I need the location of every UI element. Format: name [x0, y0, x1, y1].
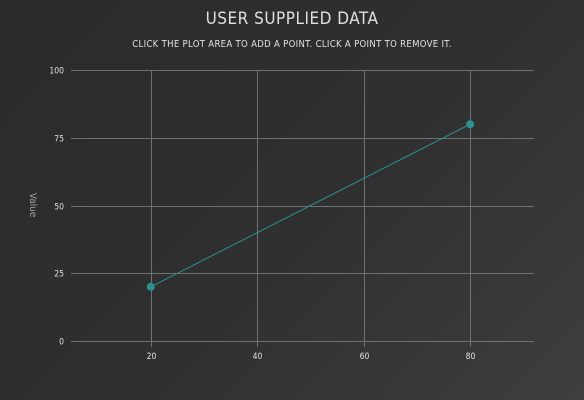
- chart: USER SUPPLIED DATA CLICK THE PLOT AREA T…: [27, 9, 534, 362]
- y-axis: 0 25 50 75 100: [49, 67, 64, 348]
- y-tick-label: 0: [59, 338, 64, 348]
- y-axis-title: Value: [27, 193, 38, 218]
- x-tick-label: 60: [360, 352, 370, 362]
- y-tick-label: 75: [54, 135, 64, 145]
- x-tick-label: 80: [466, 352, 476, 362]
- y-tick-label: 25: [54, 270, 64, 280]
- y-tick-label: 50: [54, 203, 64, 213]
- x-tick-label: 20: [147, 352, 157, 362]
- plot-area[interactable]: [71, 70, 534, 341]
- data-point[interactable]: [146, 282, 155, 291]
- y-tick-label: 100: [49, 67, 64, 77]
- chart-subtitle: CLICK THE PLOT AREA TO ADD A POINT. CLIC…: [132, 39, 451, 50]
- chart-title: USER SUPPLIED DATA: [206, 9, 379, 29]
- data-point[interactable]: [466, 120, 475, 129]
- x-axis: 20 40 60 80: [71, 341, 534, 362]
- x-tick-label: 40: [253, 352, 263, 362]
